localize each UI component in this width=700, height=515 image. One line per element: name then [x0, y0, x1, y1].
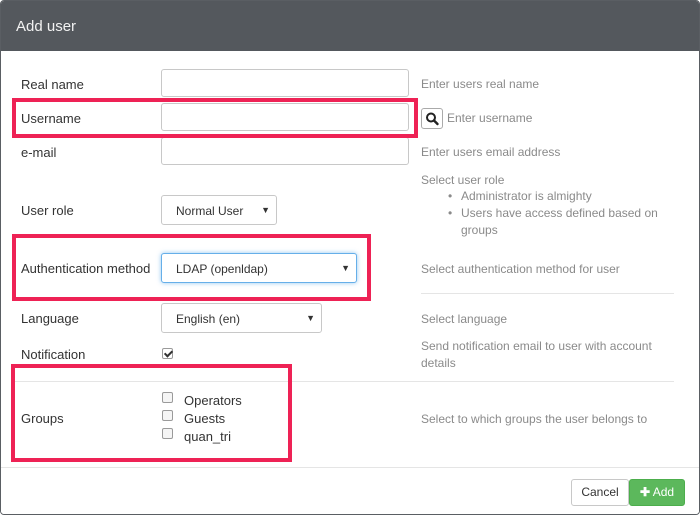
chevron-down-icon: ▼	[261, 205, 270, 215]
user-role-select[interactable]: Normal User ▼	[161, 195, 277, 225]
language-select[interactable]: English (en) ▼	[161, 303, 322, 333]
cancel-button[interactable]: Cancel	[571, 479, 629, 506]
user-role-label: User role	[21, 203, 74, 218]
highlight-box-groups	[11, 364, 292, 462]
dialog-header: Add user	[1, 1, 699, 51]
highlight-box-auth-method	[12, 234, 371, 301]
list-item: Administrator is almighty	[448, 188, 691, 205]
username-search-button[interactable]	[421, 108, 443, 129]
real-name-help: Enter users real name	[421, 77, 540, 91]
highlight-box-username	[12, 98, 418, 138]
add-button-label: Add	[652, 485, 675, 499]
dialog-footer: Cancel ✚ Add	[1, 467, 699, 514]
language-value: English (en)	[176, 312, 241, 326]
list-item: Users have access defined based on group…	[448, 205, 691, 239]
plus-icon: ✚	[639, 485, 651, 499]
email-help: Enter users email address	[421, 145, 561, 159]
email-label: e-mail	[21, 145, 57, 160]
groups-help: Select to which groups the user belongs …	[421, 412, 648, 426]
user-role-help-list: Administrator is almighty Users have acc…	[448, 188, 691, 239]
real-name-input[interactable]	[161, 69, 409, 97]
notification-label: Notification	[21, 347, 86, 362]
user-role-help-title: Select user role	[421, 173, 505, 187]
notification-checkbox[interactable]	[162, 348, 173, 359]
search-icon	[426, 112, 439, 126]
language-help: Select language	[421, 312, 508, 326]
language-label: Language	[21, 311, 79, 326]
dialog-title: Add user	[16, 18, 77, 35]
email-input[interactable]	[161, 137, 409, 165]
user-role-value: Normal User	[176, 204, 244, 218]
notification-help: Send notification email to user with acc…	[421, 339, 652, 370]
divider	[421, 293, 674, 294]
chevron-down-icon: ▼	[306, 313, 315, 323]
real-name-label: Real name	[21, 77, 84, 92]
auth-method-help: Select authentication method for user	[421, 262, 620, 276]
add-button[interactable]: ✚ Add	[629, 479, 685, 506]
username-help: Enter username	[447, 111, 533, 125]
